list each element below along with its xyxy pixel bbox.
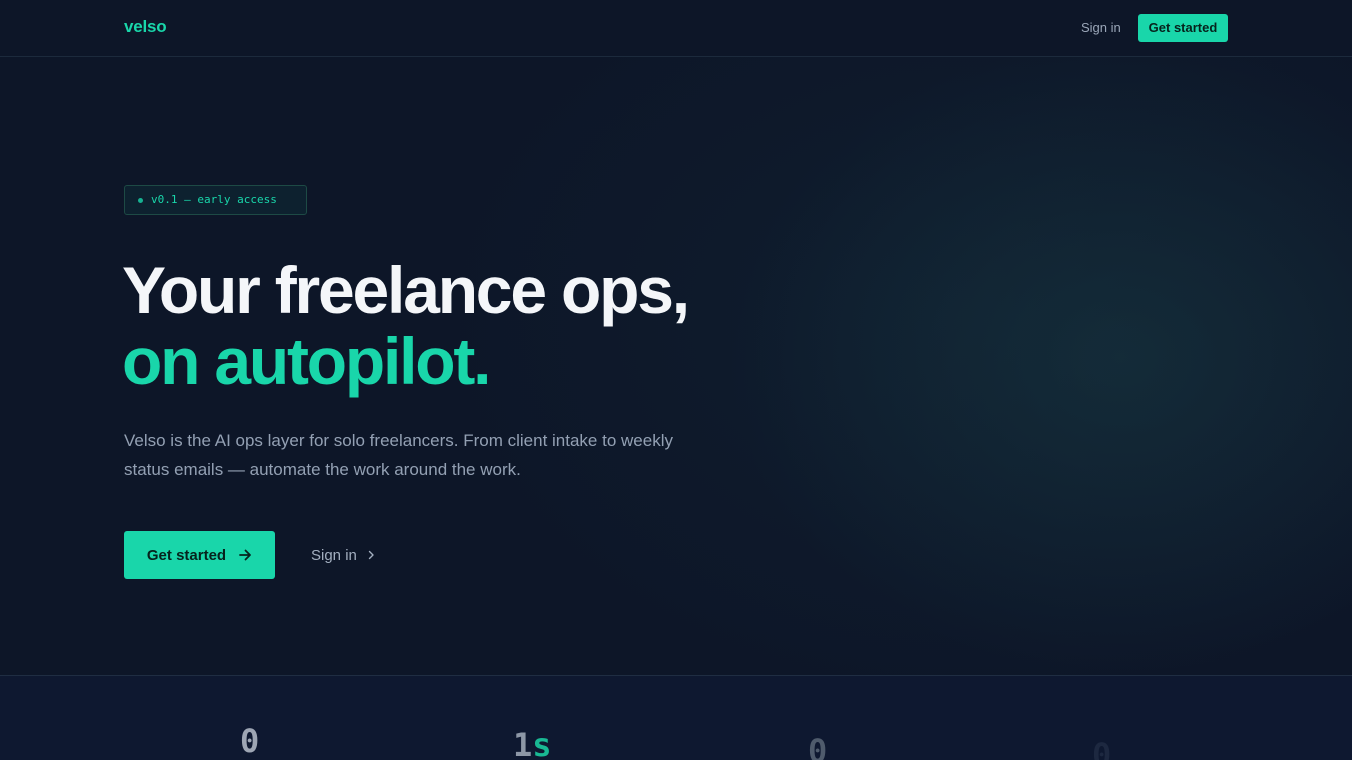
stat-value: 0 <box>808 732 828 760</box>
status-dot-icon <box>138 198 143 203</box>
version-badge: v0.1 — early access <box>124 185 307 215</box>
hero-section: v0.1 — early access Your freelance ops, … <box>0 57 1352 675</box>
logo[interactable]: velso <box>124 17 167 37</box>
top-nav: velso Sign in Get started <box>0 0 1352 57</box>
stats-strip: 0 1s 0 0 <box>0 675 1352 760</box>
hero-subheadline: Velso is the AI ops layer for solo freel… <box>124 431 673 479</box>
hero-get-started-button[interactable]: Get started <box>124 531 275 579</box>
stat-value: 0 <box>1092 736 1112 760</box>
arrow-right-icon <box>238 548 252 562</box>
hero-headline-accent: on autopilot. <box>122 324 492 398</box>
landing-page: velso Sign in Get started v0.1 — early a… <box>0 0 1352 760</box>
stat-value: 1s <box>513 726 552 760</box>
hero-sign-in-label: Sign in <box>311 546 357 564</box>
stat-number: 1 <box>513 726 533 760</box>
hero-headline: Your freelance ops, <box>122 253 690 327</box>
hero-get-started-label: Get started <box>146 546 227 564</box>
chevron-right-icon <box>366 547 376 564</box>
hero-sign-in-link[interactable]: Sign in <box>311 545 376 565</box>
stat-unit: s <box>532 726 552 760</box>
nav-sign-in-link[interactable]: Sign in <box>1081 20 1121 35</box>
stat-value: 0 <box>240 722 260 760</box>
nav-get-started-button[interactable]: Get started <box>1138 14 1228 42</box>
version-badge-label: v0.1 — early access <box>151 193 277 206</box>
